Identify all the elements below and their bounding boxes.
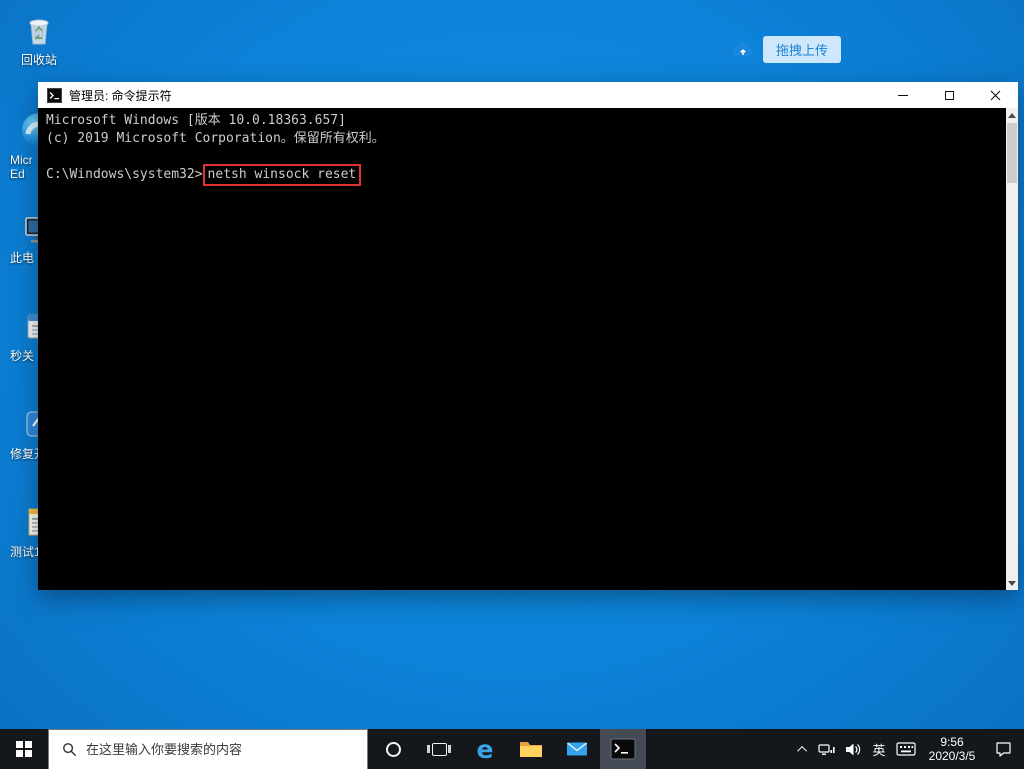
- taskbar: e: [0, 729, 1024, 769]
- console-output[interactable]: Microsoft Windows [版本 10.0.18363.657] (c…: [38, 108, 1018, 590]
- close-icon: [990, 90, 1000, 100]
- window-controls: [880, 82, 1018, 108]
- edge-icon: e: [476, 734, 494, 764]
- console-scrollbar[interactable]: [1006, 108, 1018, 590]
- desktop-icon-label: 回收站: [20, 53, 57, 67]
- cmd-icon: [610, 738, 636, 760]
- network-tray-button[interactable]: [814, 729, 840, 769]
- desktop: 回收站 Micr Ed 此电 秒关 修复开 测试12 拖拽上传 管理员: 命令提…: [0, 0, 1024, 769]
- start-button[interactable]: [0, 729, 48, 769]
- maximize-icon: [944, 90, 954, 100]
- tray-expand-button[interactable]: [792, 729, 814, 769]
- folder-icon: [520, 742, 542, 757]
- edge-taskbar-button[interactable]: e: [462, 729, 508, 769]
- task-view-icon: [427, 742, 451, 756]
- console-command: netsh winsock reset: [207, 167, 357, 182]
- cortana-icon: [385, 741, 401, 757]
- highlight-box: netsh winsock reset: [202, 164, 362, 186]
- notification-icon: [995, 742, 1011, 757]
- close-button[interactable]: [972, 82, 1018, 108]
- console-prompt-line: C:\Windows\system32> netsh winsock reset: [46, 164, 998, 186]
- ime-indicator[interactable]: 英: [866, 729, 892, 769]
- cmd-titlebar[interactable]: 管理员: 命令提示符: [38, 82, 1018, 108]
- drag-upload-button[interactable]: 拖拽上传: [763, 36, 842, 63]
- taskbar-search[interactable]: [48, 729, 368, 769]
- arrow-up-icon: [1008, 112, 1016, 118]
- cmd-taskbar-button[interactable]: [600, 729, 646, 769]
- tray-time: 9:56: [940, 735, 964, 749]
- tray-date: 2020/3/5: [928, 749, 976, 763]
- task-view-button[interactable]: [416, 729, 462, 769]
- touch-keyboard-button[interactable]: [892, 729, 920, 769]
- volume-tray-button[interactable]: [840, 729, 866, 769]
- minimize-icon: [898, 94, 908, 96]
- clock[interactable]: 9:56 2020/3/5: [920, 729, 984, 769]
- desktop-icon-recycle-bin[interactable]: 回收站: [6, 10, 72, 67]
- scroll-up-button[interactable]: [1006, 108, 1018, 122]
- network-icon: [818, 744, 835, 755]
- keyboard-icon: [896, 742, 916, 756]
- console-line: Microsoft Windows [版本 10.0.18363.657]: [46, 113, 346, 128]
- taskbar-apps: e: [370, 729, 646, 769]
- action-center-button[interactable]: [984, 729, 1022, 769]
- upload-widget: 拖拽上传: [730, 36, 842, 63]
- search-input[interactable]: [86, 730, 367, 769]
- windows-logo-icon: [16, 741, 32, 757]
- scrollbar-thumb[interactable]: [1007, 123, 1017, 183]
- mail-button[interactable]: [554, 729, 600, 769]
- scroll-down-button[interactable]: [1006, 576, 1018, 590]
- minimize-button[interactable]: [880, 82, 926, 108]
- system-tray: 英 9:56 2020/3/5: [792, 729, 1022, 769]
- chevron-up-icon: [796, 745, 807, 756]
- console-prompt: C:\Windows\system32>: [46, 167, 203, 182]
- cmd-window: 管理员: 命令提示符 Microsoft Windows [版本 10.0.18…: [38, 82, 1018, 590]
- arrow-down-icon: [1008, 580, 1016, 586]
- cmd-app-icon: [47, 87, 62, 103]
- cloud-upload-icon: [730, 40, 756, 60]
- maximize-button[interactable]: [926, 82, 972, 108]
- volume-icon: [845, 743, 860, 755]
- file-explorer-button[interactable]: [508, 729, 554, 769]
- mail-icon: [567, 742, 587, 756]
- window-title: 管理员: 命令提示符: [69, 88, 172, 103]
- recycle-bin-icon: [19, 10, 59, 50]
- console-line: (c) 2019 Microsoft Corporation。保留所有权利。: [46, 131, 385, 146]
- cortana-button[interactable]: [370, 729, 416, 769]
- search-icon: [63, 743, 77, 757]
